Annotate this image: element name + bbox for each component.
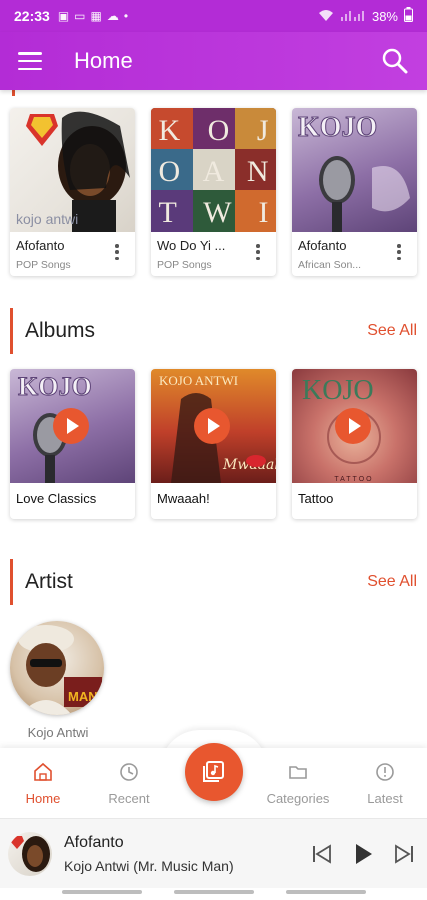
cover-text-row-2: O A N: [159, 155, 269, 188]
section-accent: [12, 90, 15, 96]
gallery-notification-icon: ▦: [90, 9, 102, 23]
section-accent-bar: [10, 308, 13, 354]
nav-categories-label: Categories: [266, 791, 330, 806]
status-bar: 22:33 ▣ ▭ ▦ ☁ • 38%: [0, 0, 427, 32]
app-bar: Home: [0, 32, 427, 90]
home-content: kojo antwi Afofanto POP Songs K O J O A: [0, 90, 427, 748]
album-card[interactable]: KOJO ANTWI Mwaaah! Mwaaah!: [151, 369, 276, 519]
skip-previous-icon[interactable]: [311, 843, 333, 865]
cover-text-kojo: KOJO: [302, 375, 374, 406]
song-card[interactable]: KOJO Afofanto African Son...: [292, 108, 417, 276]
gesture-bar-center: [174, 890, 254, 894]
history-icon: [120, 763, 138, 781]
player-cover-art[interactable]: [8, 831, 52, 876]
cover-text-kojo: KOJO: [298, 112, 377, 143]
more-options-icon[interactable]: [115, 244, 119, 260]
battery-icon: [404, 7, 413, 25]
song-title: Wo Do Yi ...: [157, 238, 226, 253]
song-info: Afofanto POP Songs: [10, 232, 135, 276]
song-card[interactable]: kojo antwi Afofanto POP Songs: [10, 108, 135, 276]
nav-latest[interactable]: Latest: [345, 762, 425, 806]
song-info: Wo Do Yi ... POP Songs: [151, 232, 276, 276]
cloud-icon: ☁: [106, 9, 119, 23]
page-title: Home: [74, 48, 133, 73]
play-icon[interactable]: [351, 842, 375, 866]
album-card[interactable]: KOJO Love Classics: [10, 369, 135, 519]
avatar-text-man: MAN: [68, 689, 98, 704]
home-icon: [34, 762, 52, 781]
song-category: POP Songs: [157, 259, 212, 271]
song-title: Afofanto: [16, 238, 65, 253]
album-play-button[interactable]: [335, 408, 371, 444]
cover-text-tattoo: TATTOO: [334, 476, 373, 483]
album-title: Love Classics: [16, 491, 97, 506]
nav-recent[interactable]: Recent: [89, 762, 169, 806]
artist-heading: Artist: [25, 570, 73, 593]
desktop-notification-icon: ▭: [74, 9, 86, 23]
player-meta: Afofanto Kojo Antwi (Mr. Music Man): [64, 834, 234, 874]
song-card[interactable]: K O J O A N T W I Wo Do Yi ... POP Songs: [151, 108, 276, 276]
artist-item[interactable]: MAN Kojo Antwi: [10, 621, 106, 740]
song-title: Afofanto: [298, 238, 347, 253]
cover-text-kojo-antwi: kojo antwi: [16, 211, 78, 227]
album-play-button[interactable]: [53, 408, 89, 444]
artist-avatar[interactable]: MAN: [10, 621, 104, 715]
now-playing-fab[interactable]: [185, 743, 243, 801]
more-options-icon[interactable]: [397, 244, 401, 260]
album-cover-art: KOJO TATTOO: [292, 369, 417, 483]
player-artist: Kojo Antwi (Mr. Music Man): [64, 857, 234, 874]
gesture-bar-right: [286, 890, 366, 894]
song-category: African Son...: [298, 259, 362, 271]
album-title: Tattoo: [298, 491, 334, 506]
albums-heading: Albums: [25, 319, 96, 342]
album-cover-art: KOJO: [10, 369, 135, 483]
album-play-button[interactable]: [194, 408, 230, 444]
gesture-bar-left: [62, 890, 142, 894]
cover-text-kojo: KOJO: [18, 372, 92, 401]
artist-section-header: Artist See All: [10, 559, 417, 605]
nav-latest-label: Latest: [367, 791, 403, 806]
albums-see-all-link[interactable]: See All: [367, 322, 417, 340]
albums-row: KOJO Love Classics KOJO ANTWI Mwaaah! KO…: [10, 369, 417, 519]
nav-recent-label: Recent: [108, 791, 150, 806]
search-icon[interactable]: [381, 47, 409, 75]
skip-next-icon[interactable]: [393, 843, 415, 865]
more-options-icon[interactable]: [256, 244, 260, 260]
dot-icon: •: [123, 9, 129, 23]
album-cover-art: KOJO ANTWI Mwaaah!: [151, 369, 276, 483]
wifi-icon: [318, 8, 334, 25]
song-category: POP Songs: [16, 259, 71, 271]
albums-section-header: Albums See All: [10, 308, 417, 354]
player-controls: [311, 842, 415, 866]
player-track-title: Afofanto: [64, 833, 124, 851]
section-accent-bar: [10, 559, 13, 605]
signal-icon: [340, 8, 366, 25]
info-icon: [376, 763, 394, 781]
menu-icon[interactable]: [18, 52, 42, 70]
status-time: 22:33: [14, 8, 50, 24]
songs-row: kojo antwi Afofanto POP Songs K O J O A: [10, 108, 417, 276]
song-cover-art: kojo antwi: [10, 108, 135, 232]
nav-categories[interactable]: Categories: [258, 762, 338, 806]
artist-see-all-link[interactable]: See All: [367, 573, 417, 591]
artist-name: Kojo Antwi: [27, 725, 89, 740]
album-card[interactable]: KOJO TATTOO Tattoo: [292, 369, 417, 519]
battery-text: 38%: [371, 8, 398, 24]
album-title: Mwaaah!: [157, 491, 210, 506]
folder-icon: [289, 766, 307, 779]
music-library-icon: [203, 761, 224, 782]
song-info: Afofanto African Son...: [292, 232, 417, 276]
song-cover-art: KOJO: [292, 108, 417, 232]
song-cover-art: K O J O A N T W I: [151, 108, 276, 232]
nav-home[interactable]: Home: [3, 762, 83, 806]
cover-text-kojo-antwi: KOJO ANTWI: [159, 373, 238, 388]
nav-home-label: Home: [25, 791, 61, 806]
image-notification-icon: ▣: [57, 9, 70, 23]
mini-player: Afofanto Kojo Antwi (Mr. Music Man): [0, 818, 427, 888]
